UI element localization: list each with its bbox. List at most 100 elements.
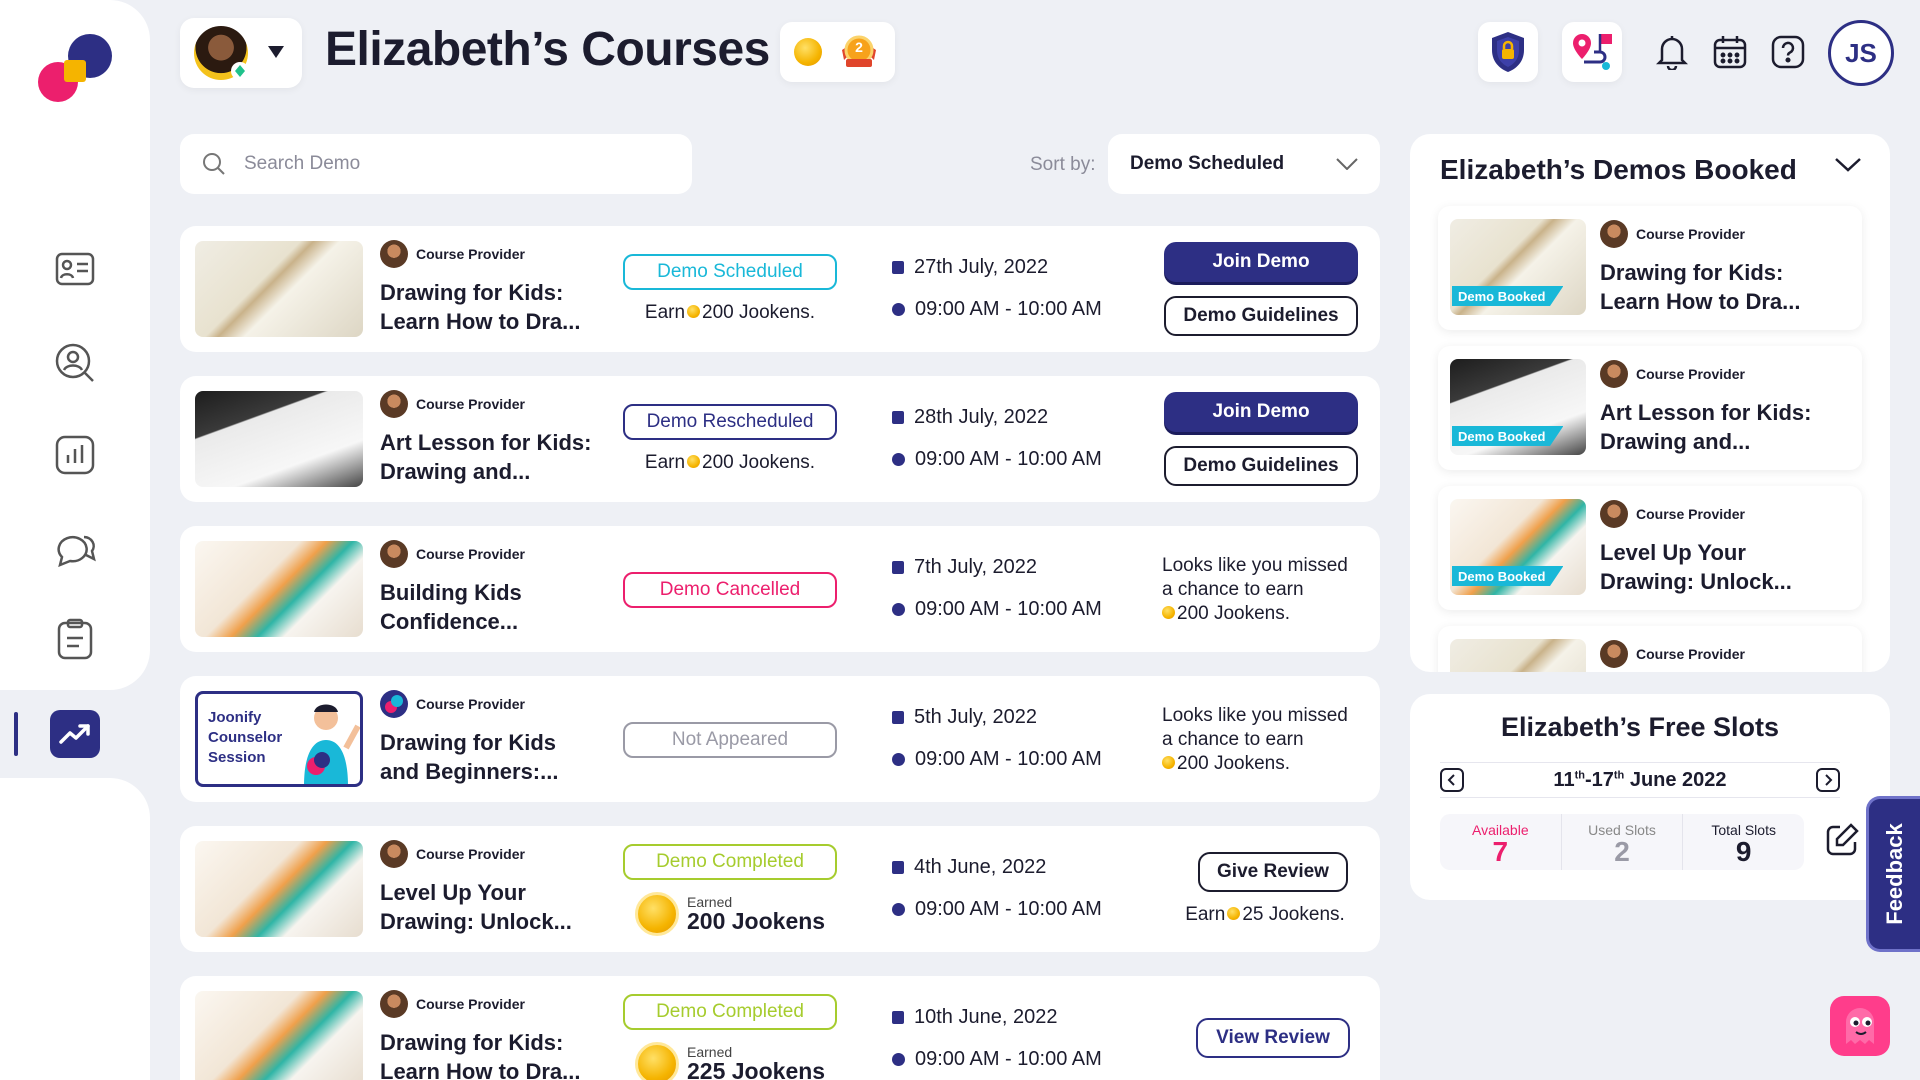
counselor-illustration bbox=[304, 704, 360, 784]
sort-dropdown[interactable]: Demo Scheduled bbox=[1108, 134, 1380, 194]
help-icon[interactable] bbox=[1768, 32, 1808, 72]
clock-icon bbox=[892, 903, 905, 916]
course-title[interactable]: Drawing for Kids and Beginners:... bbox=[380, 728, 600, 786]
used-slots: Used Slots 2 bbox=[1562, 814, 1684, 870]
jooken-coin-icon bbox=[1227, 906, 1241, 920]
demo-time: 09:00 AM - 10:00 AM bbox=[892, 298, 1102, 321]
user-avatar-button[interactable]: JS bbox=[1828, 20, 1894, 86]
course-thumbnail[interactable] bbox=[195, 241, 363, 337]
chevron-down-icon bbox=[1336, 158, 1358, 170]
course-provider: Course Provider bbox=[1600, 360, 1745, 388]
panel-title: Elizabeth’s Demos Booked bbox=[1440, 154, 1797, 185]
calendar-icon bbox=[892, 861, 904, 874]
review-earn-text: Earn 25 Jookens. bbox=[1185, 904, 1345, 925]
status-badge: Demo Scheduled bbox=[623, 254, 837, 290]
course-thumbnail[interactable] bbox=[195, 841, 363, 937]
map-route-icon bbox=[1573, 34, 1612, 70]
chevron-right-icon[interactable] bbox=[1815, 768, 1840, 792]
status-badge: Demo Cancelled bbox=[623, 572, 837, 608]
search-input[interactable]: Search Demo bbox=[244, 153, 360, 175]
provider-avatar bbox=[1600, 500, 1628, 528]
demo-time: 09:00 AM - 10:00 AM bbox=[892, 598, 1102, 621]
join-demo-button[interactable]: Join Demo bbox=[1164, 392, 1358, 432]
demo-date: 5th July, 2022 bbox=[892, 706, 1037, 729]
demo-booked-badge: Demo Booked bbox=[1452, 566, 1564, 586]
course-title: Drawing for Kids: Learn How to Dra... bbox=[1600, 260, 1801, 314]
clock-icon bbox=[892, 1053, 905, 1066]
provider-avatar bbox=[380, 240, 408, 268]
provider-avatar bbox=[380, 840, 408, 868]
map-route-button[interactable] bbox=[1562, 22, 1622, 82]
course-title[interactable]: Art Lesson for Kids: Drawing and... bbox=[380, 428, 600, 486]
rewards-badges[interactable]: 2 bbox=[780, 22, 895, 82]
status-badge: Demo Completed bbox=[623, 844, 837, 880]
course-thumbnail bbox=[1450, 639, 1586, 672]
calendar-icon bbox=[892, 411, 904, 424]
course-provider: Course Provider bbox=[380, 240, 525, 268]
status-badge: Demo Completed bbox=[623, 994, 837, 1030]
jooken-coin-icon bbox=[635, 892, 679, 936]
demo-date: 4th June, 2022 bbox=[892, 856, 1046, 879]
course-thumbnail[interactable] bbox=[195, 541, 363, 637]
counselor-thumbnail[interactable]: Joonify Counselor Session bbox=[195, 691, 363, 787]
course-thumbnail[interactable] bbox=[195, 991, 363, 1080]
calendar-icon bbox=[892, 1011, 904, 1024]
provider-avatar bbox=[1600, 220, 1628, 248]
bell-icon[interactable] bbox=[1652, 32, 1692, 72]
course-title[interactable]: Drawing for Kids: Learn How to Dra... bbox=[380, 278, 600, 336]
clock-icon bbox=[892, 753, 905, 766]
user-search-icon[interactable] bbox=[50, 338, 100, 388]
provider-avatar bbox=[1600, 640, 1628, 668]
chevron-left-icon[interactable] bbox=[1440, 768, 1464, 792]
booked-demo-card[interactable]: Demo Booked Course Provider Drawing for … bbox=[1438, 206, 1862, 330]
jooken-coin-icon bbox=[794, 38, 822, 66]
mascot-chat-icon[interactable] bbox=[1830, 996, 1890, 1056]
earned-jookens: Earned 200 Jookens bbox=[635, 892, 825, 936]
calendar-icon[interactable] bbox=[1710, 32, 1750, 72]
clock-icon bbox=[892, 453, 905, 466]
booked-demo-card[interactable]: Course Provider bbox=[1438, 626, 1862, 672]
booked-demo-card[interactable]: Demo Booked Course Provider Level Up You… bbox=[1438, 486, 1862, 610]
join-demo-button[interactable]: Join Demo bbox=[1164, 242, 1358, 282]
demo-guidelines-button[interactable]: Demo Guidelines bbox=[1164, 446, 1358, 486]
joonify-logo-icon bbox=[380, 690, 408, 718]
logo-icon[interactable] bbox=[36, 30, 116, 110]
course-title[interactable]: Level Up Your Drawing: Unlock... bbox=[380, 878, 600, 936]
stats-icon[interactable] bbox=[50, 430, 100, 480]
course-thumbnail[interactable] bbox=[195, 391, 363, 487]
id-card-icon[interactable] bbox=[50, 244, 100, 294]
demo-time: 09:00 AM - 10:00 AM bbox=[892, 1048, 1102, 1071]
demo-guidelines-button[interactable]: Demo Guidelines bbox=[1164, 296, 1358, 336]
course-provider: Course Provider bbox=[380, 990, 525, 1018]
clipboard-icon[interactable] bbox=[50, 614, 100, 664]
demo-date: 28th July, 2022 bbox=[892, 406, 1048, 429]
course-provider: Course Provider bbox=[380, 840, 525, 868]
week-range: 11th-17th June 2022 bbox=[1553, 768, 1727, 791]
chat-icon[interactable] bbox=[50, 522, 100, 572]
course-title: Art Lesson for Kids: Drawing and... bbox=[1600, 400, 1812, 454]
course-title[interactable]: Building Kids Confidence... bbox=[380, 578, 600, 636]
provider-avatar bbox=[380, 990, 408, 1018]
profile-switcher[interactable] bbox=[180, 18, 302, 88]
demo-card: Course Provider Building Kids Confidence.… bbox=[180, 526, 1380, 652]
demo-booked-badge: Demo Booked bbox=[1452, 426, 1564, 446]
course-title[interactable]: Drawing for Kids: Learn How to Dra... bbox=[380, 1028, 600, 1080]
provider-avatar bbox=[1600, 360, 1628, 388]
edit-icon[interactable] bbox=[1824, 822, 1860, 858]
slot-stats: Available 7 Used Slots 2 Total Slots 9 bbox=[1440, 814, 1804, 870]
demo-date: 27th July, 2022 bbox=[892, 256, 1048, 279]
booked-demo-card[interactable]: Demo Booked Course Provider Art Lesson f… bbox=[1438, 346, 1862, 470]
sidebar-lower bbox=[0, 778, 150, 1080]
view-review-button[interactable]: View Review bbox=[1196, 1018, 1350, 1058]
free-slots-panel: Elizabeth’s Free Slots 11th-17th June 20… bbox=[1410, 694, 1890, 900]
jooken-coin-icon bbox=[687, 454, 701, 468]
give-review-button[interactable]: Give Review bbox=[1198, 852, 1348, 892]
provider-avatar bbox=[380, 540, 408, 568]
shield-lock-button[interactable] bbox=[1478, 22, 1538, 82]
shield-lock-icon bbox=[1492, 32, 1524, 72]
feedback-tab[interactable]: Feedback bbox=[1866, 796, 1920, 952]
demo-card: Course Provider Art Lesson for Kids: Draw… bbox=[180, 376, 1380, 502]
search-box[interactable]: Search Demo bbox=[180, 134, 692, 194]
chevron-down-icon[interactable] bbox=[1834, 154, 1862, 174]
trend-icon[interactable] bbox=[50, 710, 100, 758]
